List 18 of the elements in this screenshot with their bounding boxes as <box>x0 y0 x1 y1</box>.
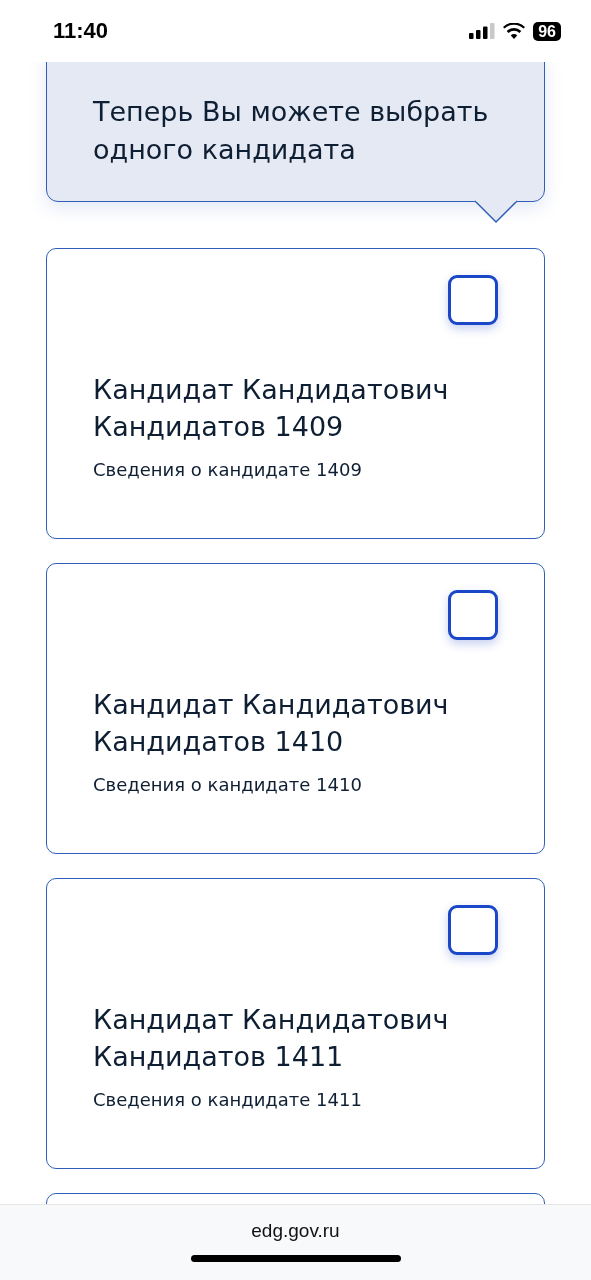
hint-text: Теперь Вы можете выбрать одного кандидата <box>93 95 490 167</box>
candidate-card[interactable]: Кандидат Кандидатович Кандидатов 1409 Сведения о кандидате 1409 <box>46 248 545 539</box>
candidate-name: Кандидат Кандидатович Кандидатов 1411 <box>93 1003 450 1074</box>
candidate-card[interactable]: Кандидат Кандидатович Кандидатов 1410 Сведения о кандидате 1410 <box>46 563 545 854</box>
wifi-icon <box>503 23 526 39</box>
battery-level: 96 <box>533 21 561 41</box>
candidate-details: Сведения о кандидате 1410 <box>93 774 363 795</box>
candidate-checkbox[interactable] <box>448 590 498 640</box>
status-time: 11:40 <box>53 18 109 44</box>
candidate-name: Кандидат Кандидатович Кандидатов 1410 <box>93 688 450 759</box>
candidate-checkbox[interactable] <box>448 275 498 325</box>
candidate-checkbox[interactable] <box>448 905 498 955</box>
signal-icon <box>469 23 496 39</box>
url-text[interactable]: edg.gov.ru <box>251 1220 340 1242</box>
candidate-card[interactable]: Кандидат Кандидатович Кандидатов 1411 Сведения о кандидате 1411 <box>46 878 545 1169</box>
candidate-details: Сведения о кандидате 1411 <box>93 1089 363 1110</box>
candidate-name: Кандидат Кандидатович Кандидатов 1409 <box>93 373 450 444</box>
candidate-details: Сведения о кандидате 1409 <box>93 459 363 480</box>
